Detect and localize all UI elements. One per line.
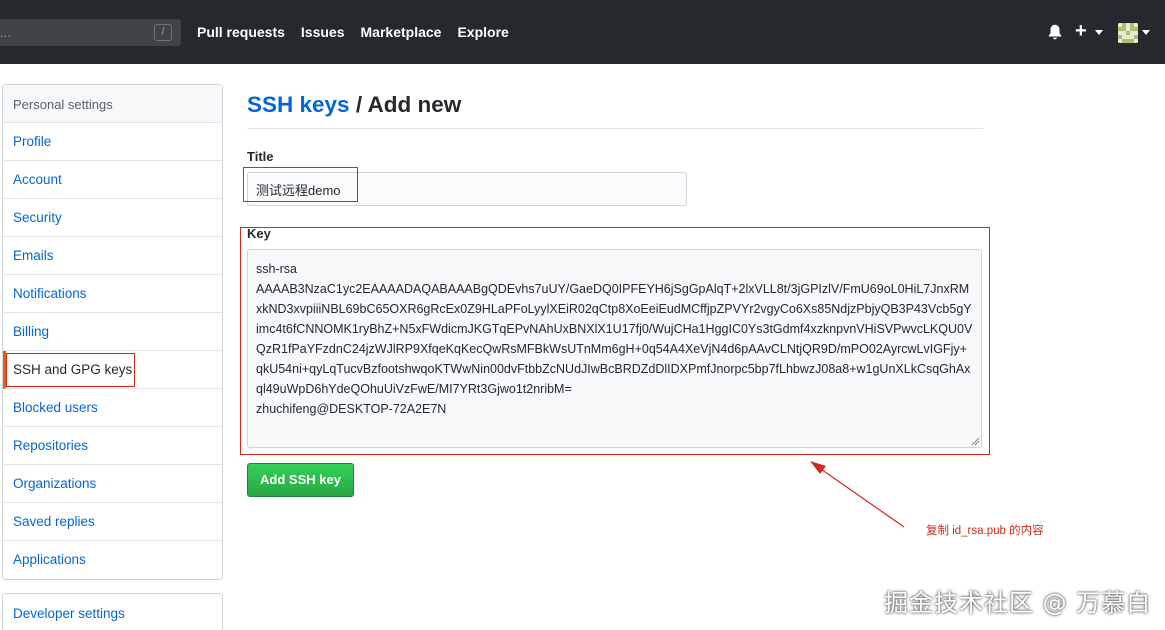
identicon-icon <box>1118 23 1138 43</box>
title-divider <box>247 128 983 129</box>
chevron-down-icon[interactable] <box>1095 30 1103 35</box>
nav-pull-requests[interactable]: Pull requests <box>197 24 285 40</box>
nav-issues[interactable]: Issues <box>301 24 345 40</box>
sidebar-item-notifications[interactable]: Notifications <box>3 275 222 313</box>
nav-marketplace[interactable]: Marketplace <box>361 24 442 40</box>
search-shortcut-hint: / <box>154 24 172 41</box>
breadcrumb-separator: / <box>349 92 368 117</box>
header-nav: Pull requests Issues Marketplace Explore <box>197 24 509 40</box>
nav-explore[interactable]: Explore <box>457 24 508 40</box>
annotation-note: 复制 id_rsa.pub 的内容 <box>926 525 1044 537</box>
chevron-down-icon[interactable] <box>1142 30 1150 35</box>
settings-menu: Personal settings Profile Account Securi… <box>2 84 223 580</box>
sidebar-item-blocked-users[interactable]: Blocked users <box>3 389 222 427</box>
title-label: Title <box>247 149 274 164</box>
annotation-highlight-box <box>243 167 358 202</box>
annotation-highlight-box <box>240 227 990 455</box>
sidebar-item-saved-replies[interactable]: Saved replies <box>3 503 222 541</box>
add-ssh-key-button[interactable]: Add SSH key <box>247 463 354 497</box>
search-input[interactable]: ... / <box>0 19 181 46</box>
sidebar-item-account[interactable]: Account <box>3 161 222 199</box>
sidebar-item-profile[interactable]: Profile <box>3 123 222 161</box>
sidebar-item-ssh-gpg-keys[interactable]: SSH and GPG keys <box>3 351 222 389</box>
bell-icon[interactable] <box>1046 23 1064 41</box>
breadcrumb-current: Add new <box>367 92 462 117</box>
sidebar-item-billing[interactable]: Billing <box>3 313 222 351</box>
sidebar-item-applications[interactable]: Applications <box>3 541 222 579</box>
sidebar-item-repositories[interactable]: Repositories <box>3 427 222 465</box>
sidebar-item-organizations[interactable]: Organizations <box>3 465 222 503</box>
sidebar-item-security[interactable]: Security <box>3 199 222 237</box>
breadcrumb-ssh-keys-link[interactable]: SSH keys <box>247 92 350 117</box>
search-placeholder: ... <box>0 25 11 40</box>
annotation-highlight-box <box>6 353 135 387</box>
user-avatar[interactable] <box>1118 23 1138 43</box>
plus-icon[interactable]: + <box>1075 21 1087 41</box>
developer-menu: Developer settings <box>2 593 223 630</box>
menu-heading: Personal settings <box>3 85 222 123</box>
top-header: ... / Pull requests Issues Marketplace E… <box>0 0 1165 64</box>
watermark: 掘金技术社区 @ 万慕白 <box>884 589 1152 617</box>
page-title: SSH keys / Add new <box>247 92 461 118</box>
sidebar-item-emails[interactable]: Emails <box>3 237 222 275</box>
sidebar-item-developer-settings[interactable]: Developer settings <box>3 594 222 630</box>
